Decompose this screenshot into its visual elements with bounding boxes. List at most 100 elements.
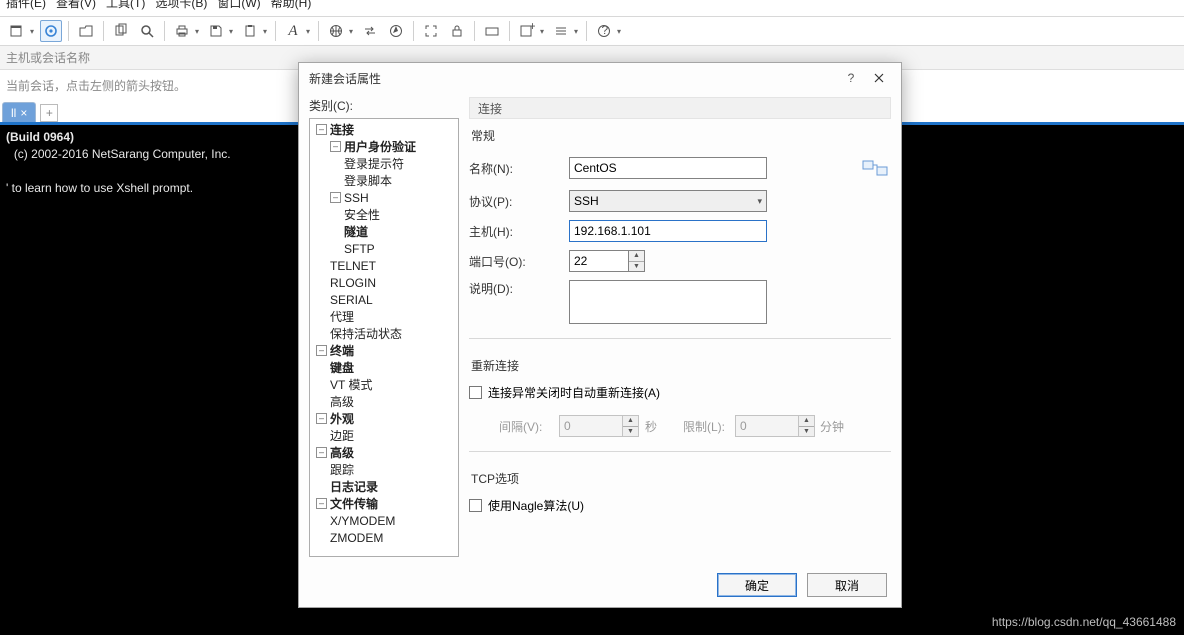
tree-label: RLOGIN bbox=[330, 276, 376, 290]
dropdown-icon[interactable]: ▾ bbox=[304, 27, 312, 36]
tab-session[interactable]: ll × bbox=[2, 102, 36, 122]
spin-down-icon[interactable]: ▼ bbox=[629, 262, 644, 272]
spin-up-icon[interactable]: ▲ bbox=[629, 251, 644, 262]
spin-down-icon: ▼ bbox=[799, 427, 814, 437]
dropdown-icon[interactable]: ▾ bbox=[227, 27, 235, 36]
spin-down-icon: ▼ bbox=[623, 427, 638, 437]
cancel-button[interactable]: 取消 bbox=[807, 573, 887, 597]
tree-login-script[interactable]: 登录脚本 bbox=[312, 172, 456, 189]
tree-login-prompt[interactable]: 登录提示符 bbox=[312, 155, 456, 172]
copy-icon[interactable] bbox=[110, 20, 132, 42]
collapse-icon[interactable]: – bbox=[316, 345, 327, 356]
menu-window[interactable]: 窗口(W) bbox=[217, 0, 260, 11]
toolbar: ▾ ▾ ▾ ▾ A ▾ ▾ + ▾ ▾ ? ▾ bbox=[0, 16, 1184, 46]
list-icon[interactable] bbox=[550, 20, 572, 42]
tree-keepalive[interactable]: 保持活动状态 bbox=[312, 325, 456, 342]
host-input[interactable] bbox=[569, 220, 767, 242]
collapse-icon[interactable]: – bbox=[316, 447, 327, 458]
menu-plugin[interactable]: 插件(E) bbox=[6, 0, 46, 11]
menu-tools[interactable]: 工具(T) bbox=[106, 0, 145, 11]
port-input[interactable] bbox=[569, 250, 629, 272]
protocol-select[interactable]: SSH ▾ bbox=[569, 190, 767, 212]
name-input[interactable] bbox=[569, 157, 767, 179]
dropdown-icon[interactable]: ▾ bbox=[28, 27, 36, 36]
dialog-close-button[interactable] bbox=[865, 67, 893, 89]
clipboard-icon[interactable] bbox=[239, 20, 261, 42]
dropdown-icon[interactable]: ▾ bbox=[347, 27, 355, 36]
tree-zmodem[interactable]: ZMODEM bbox=[312, 529, 456, 546]
ok-button[interactable]: 确定 bbox=[717, 573, 797, 597]
tree-serial[interactable]: SERIAL bbox=[312, 291, 456, 308]
limit-input bbox=[735, 415, 799, 437]
collapse-icon[interactable]: – bbox=[316, 124, 327, 135]
dropdown-icon[interactable]: ▾ bbox=[572, 27, 580, 36]
tree-appearance[interactable]: –外观 bbox=[312, 410, 456, 427]
tree-log[interactable]: 日志记录 bbox=[312, 478, 456, 495]
open-session-icon[interactable] bbox=[75, 20, 97, 42]
nagle-checkbox[interactable] bbox=[469, 499, 482, 512]
compass-icon[interactable] bbox=[385, 20, 407, 42]
tree-auth[interactable]: –用户身份验证 bbox=[312, 138, 456, 155]
tree-keyboard[interactable]: 键盘 bbox=[312, 359, 456, 376]
dropdown-icon[interactable]: ▾ bbox=[538, 27, 546, 36]
tree-vt[interactable]: VT 模式 bbox=[312, 376, 456, 393]
tree-margin[interactable]: 边距 bbox=[312, 427, 456, 444]
tree-tunnel[interactable]: 隧道 bbox=[312, 223, 456, 240]
tab-close-icon[interactable]: × bbox=[20, 106, 27, 120]
collapse-icon[interactable]: – bbox=[316, 413, 327, 424]
tree-adv-term[interactable]: 高级 bbox=[312, 393, 456, 410]
help-icon[interactable]: ? bbox=[593, 20, 615, 42]
tree-label: 用户身份验证 bbox=[344, 138, 416, 155]
tree-advanced[interactable]: –高级 bbox=[312, 444, 456, 461]
tree-security[interactable]: 安全性 bbox=[312, 206, 456, 223]
dropdown-icon[interactable]: ▾ bbox=[615, 27, 623, 36]
tree-terminal[interactable]: –终端 bbox=[312, 342, 456, 359]
separator bbox=[509, 21, 510, 41]
category-tree[interactable]: –连接 –用户身份验证 登录提示符 登录脚本 –SSH 安全性 隧道 SFTP … bbox=[309, 118, 459, 557]
dropdown-icon[interactable]: ▾ bbox=[193, 27, 201, 36]
dialog-help-button[interactable]: ? bbox=[837, 67, 865, 89]
keyboard-icon[interactable] bbox=[481, 20, 503, 42]
menu-view[interactable]: 查看(V) bbox=[56, 0, 96, 11]
print-icon[interactable] bbox=[171, 20, 193, 42]
spin-buttons[interactable]: ▲▼ bbox=[629, 250, 645, 272]
tab-add-button[interactable]: + bbox=[40, 104, 58, 122]
collapse-icon[interactable]: – bbox=[330, 141, 341, 152]
tree-sftp[interactable]: SFTP bbox=[312, 240, 456, 257]
transfer-icon[interactable] bbox=[359, 20, 381, 42]
tree-label: VT 模式 bbox=[330, 376, 372, 393]
label-host: 主机(H): bbox=[469, 223, 569, 240]
tab-label: ll bbox=[11, 106, 16, 120]
tree-rlogin[interactable]: RLOGIN bbox=[312, 274, 456, 291]
lock-icon[interactable] bbox=[446, 20, 468, 42]
menu-help[interactable]: 帮助(H) bbox=[271, 0, 312, 11]
tree-connection[interactable]: –连接 bbox=[312, 121, 456, 138]
unit-min: 分钟 bbox=[815, 418, 849, 435]
font-icon[interactable]: A bbox=[282, 20, 304, 42]
port-spinner[interactable]: ▲▼ bbox=[569, 250, 645, 272]
separator bbox=[164, 21, 165, 41]
tree-label: 终端 bbox=[330, 342, 354, 359]
tree-telnet[interactable]: TELNET bbox=[312, 257, 456, 274]
chevron-down-icon: ▾ bbox=[757, 196, 762, 207]
reconnect-checkbox[interactable] bbox=[469, 386, 482, 399]
settings-icon[interactable] bbox=[40, 20, 62, 42]
save-icon[interactable] bbox=[205, 20, 227, 42]
collapse-icon[interactable]: – bbox=[316, 498, 327, 509]
menu-tabs[interactable]: 选项卡(B) bbox=[155, 0, 207, 11]
dropdown-icon[interactable]: ▾ bbox=[261, 27, 269, 36]
tree-filetrans[interactable]: –文件传输 bbox=[312, 495, 456, 512]
new-session-icon[interactable] bbox=[6, 20, 28, 42]
divider bbox=[469, 338, 891, 339]
protocol-value: SSH bbox=[574, 194, 599, 208]
tree-ssh[interactable]: –SSH bbox=[312, 189, 456, 206]
tree-trace[interactable]: 跟踪 bbox=[312, 461, 456, 478]
fullscreen-icon[interactable] bbox=[420, 20, 442, 42]
search-icon[interactable] bbox=[136, 20, 158, 42]
description-textarea[interactable] bbox=[569, 280, 767, 324]
add-pane-icon[interactable]: + bbox=[516, 20, 538, 42]
tree-proxy[interactable]: 代理 bbox=[312, 308, 456, 325]
tree-xymodem[interactable]: X/YMODEM bbox=[312, 512, 456, 529]
globe-icon[interactable] bbox=[325, 20, 347, 42]
collapse-icon[interactable]: – bbox=[330, 192, 341, 203]
